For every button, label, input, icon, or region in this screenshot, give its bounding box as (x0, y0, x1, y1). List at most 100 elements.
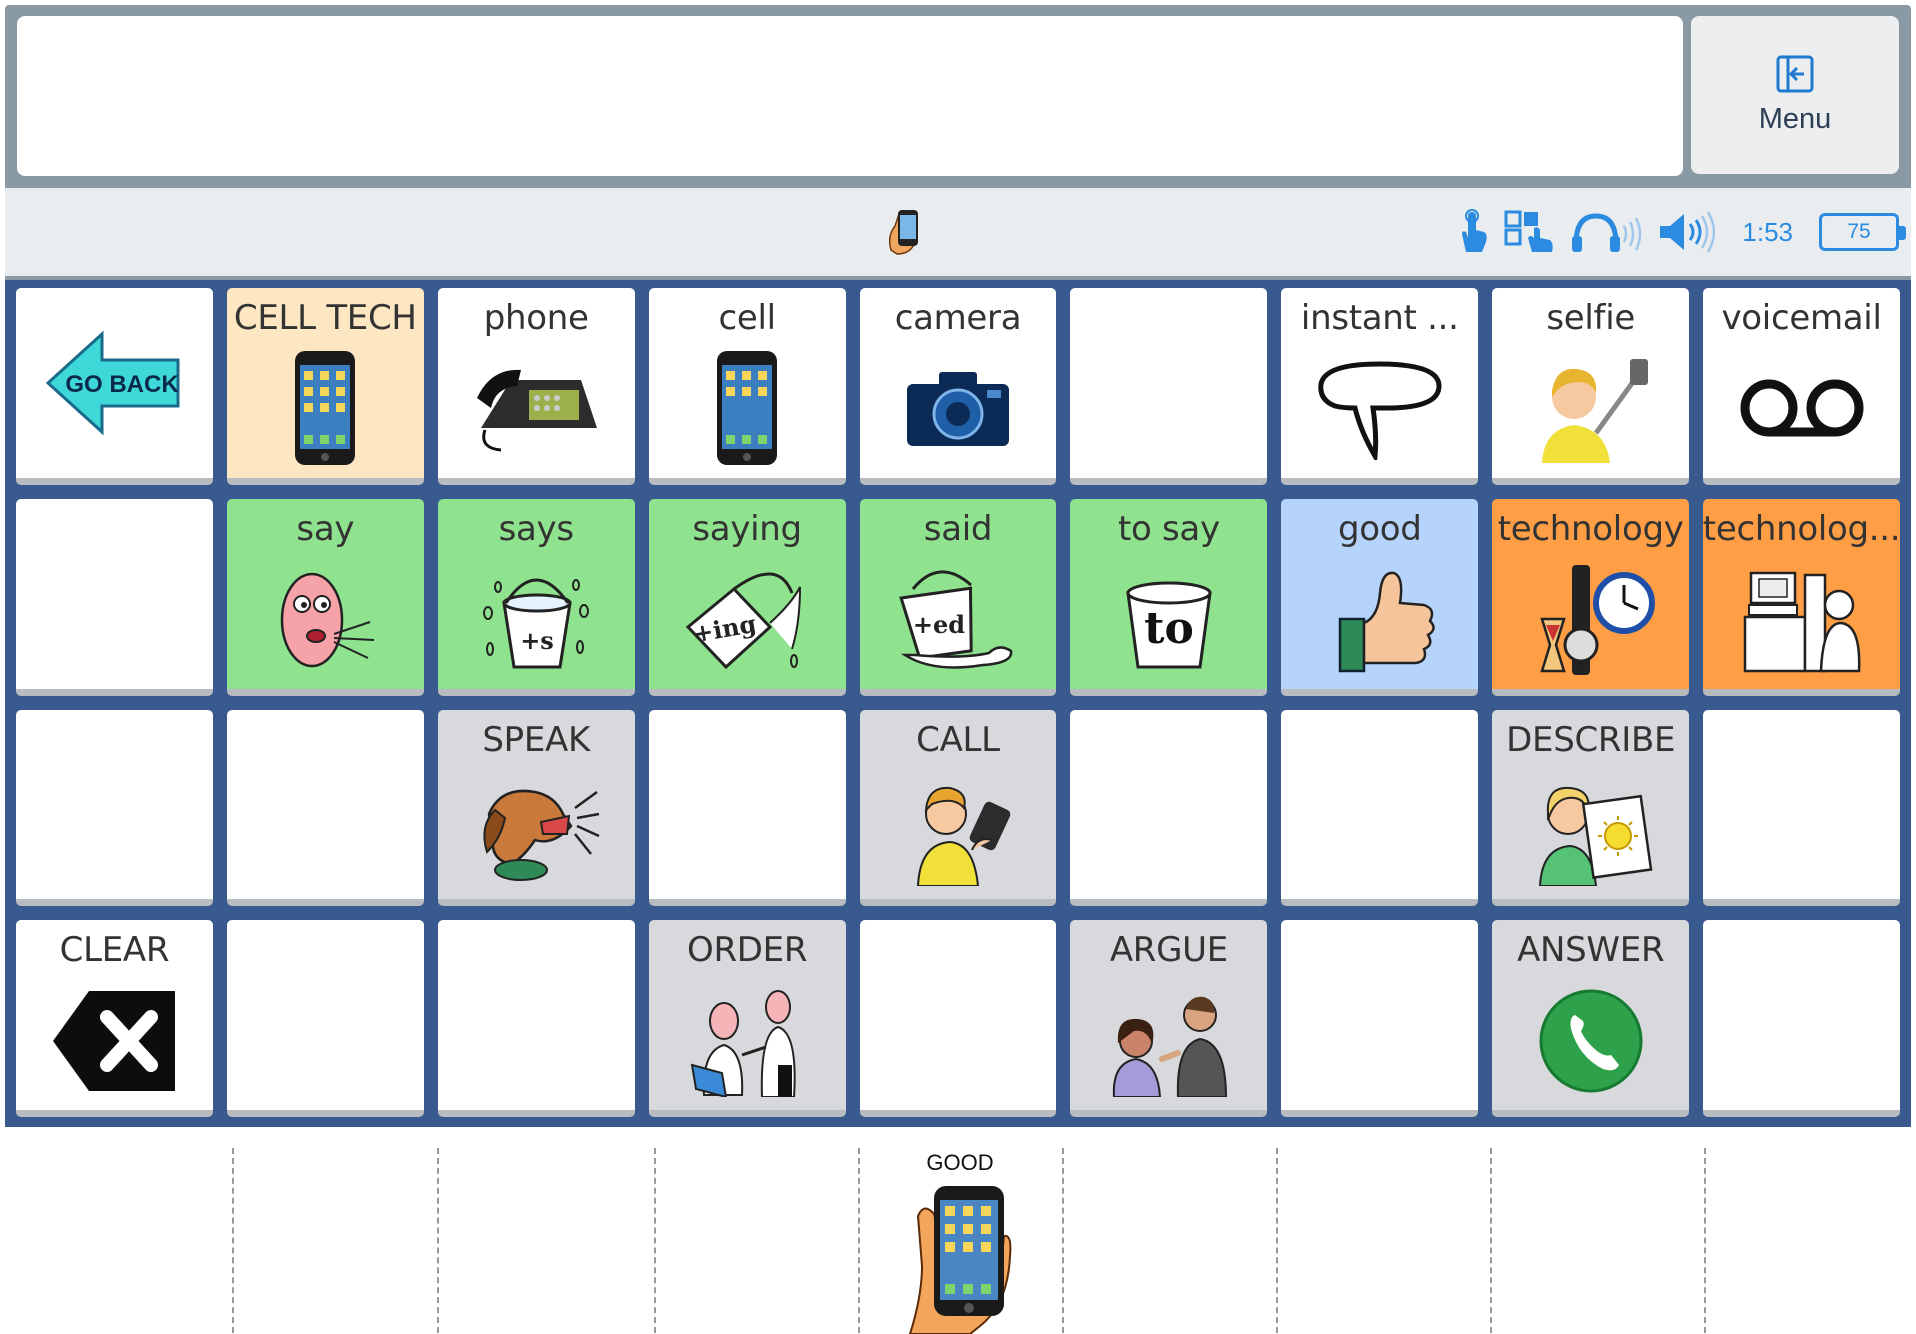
cell-instant-message[interactable]: instant ... (1281, 288, 1479, 485)
cell-label: cell (718, 298, 776, 338)
cell-empty[interactable] (1070, 709, 1268, 907)
cell-speak[interactable]: SPEAK (437, 709, 635, 907)
cell-label: ORDER (687, 930, 808, 971)
cell-say[interactable]: say (226, 498, 424, 696)
cell-answer[interactable]: ANSWER (1492, 920, 1690, 1117)
cell-label: good (1337, 508, 1422, 549)
divider (858, 1148, 860, 1333)
cell-label: say (296, 508, 355, 549)
cell-empty[interactable] (1703, 920, 1900, 1117)
svg-text:+s: +s (520, 626, 554, 655)
cell-technology[interactable]: technology (1492, 498, 1690, 696)
cell-empty[interactable] (16, 709, 213, 907)
status-bar: 1:53 75 (5, 188, 1911, 276)
cell-label: says (498, 508, 574, 549)
cellphone-icon (717, 351, 778, 466)
cell-phone[interactable]: phone (437, 288, 635, 485)
cell-label: SPEAK (482, 719, 591, 760)
divider (232, 1148, 234, 1333)
clock-text: 1:53 (1742, 216, 1793, 247)
cell-said[interactable]: said +ed (859, 498, 1057, 696)
thumbs-up-icon (1338, 571, 1435, 673)
smartphone-icon (295, 351, 356, 466)
battery-indicator: 75 (1819, 213, 1906, 251)
camera-icon (906, 372, 1009, 447)
cell-clear[interactable]: CLEAR (16, 920, 213, 1117)
clear-backspace-icon (53, 990, 176, 1091)
message-window[interactable] (17, 16, 1683, 176)
cell-empty[interactable] (16, 498, 213, 696)
svg-text:to: to (1144, 603, 1194, 654)
cell-label: CELL TECH (233, 298, 417, 338)
divider (1490, 1148, 1492, 1333)
cell-order[interactable]: ORDER (648, 920, 846, 1117)
headphones-icon (1572, 213, 1642, 252)
cell-call[interactable]: CALL (859, 709, 1057, 907)
speaker-icon (1660, 211, 1716, 253)
go-back-label: GO BACK (66, 371, 180, 398)
cell-label: phone (483, 298, 589, 338)
cell-camera[interactable]: camera (859, 288, 1057, 485)
desk-phone-icon (477, 370, 598, 452)
cell-selfie[interactable]: selfie (1492, 288, 1690, 485)
cell-label: ARGUE (1109, 930, 1228, 971)
cell-empty[interactable] (226, 709, 424, 907)
arguing-people-icon (1112, 996, 1227, 1097)
selfie-icon (1541, 359, 1648, 464)
menu-button[interactable]: Menu (1691, 16, 1899, 174)
cell-cell[interactable]: cell (648, 288, 846, 485)
battery-level: 75 (1847, 220, 1871, 243)
cell-empty[interactable] (226, 920, 424, 1117)
cell-label: saying (692, 508, 802, 549)
cell-cell-tech[interactable]: CELL TECH (226, 288, 424, 485)
menu-label: Menu (1758, 102, 1832, 135)
cell-empty[interactable] (648, 709, 846, 907)
current-page-icon (885, 206, 929, 261)
ordering-people-icon (690, 989, 796, 1097)
svg-text:+ed: +ed (913, 610, 965, 639)
cell-label: instant ... (1300, 298, 1459, 338)
cell-empty[interactable] (1281, 709, 1479, 907)
menu-icon (1776, 55, 1814, 92)
bucket-plus-ing-icon: +ing (685, 572, 802, 670)
computer-person-icon (1743, 571, 1860, 673)
cell-empty[interactable] (1281, 920, 1479, 1117)
cell-to-say[interactable]: to say to (1070, 498, 1268, 696)
output-symbol: GOOD (900, 1150, 1020, 1334)
cell-good[interactable]: good (1281, 498, 1479, 696)
cell-empty[interactable] (437, 920, 635, 1117)
cell-saying[interactable]: saying +ing (648, 498, 846, 696)
talking-face-icon (281, 572, 375, 668)
divider (654, 1148, 656, 1333)
clocks-icon (1539, 565, 1655, 676)
aac-app: Menu 1:53 75 GO BACK CELL TECH phone cel… (5, 5, 1911, 1127)
touch-icon (1462, 209, 1488, 252)
divider (1276, 1148, 1278, 1333)
divider (1704, 1148, 1706, 1333)
cell-label: selfie (1546, 298, 1635, 338)
cell-voicemail[interactable]: voicemail (1703, 288, 1900, 485)
cell-go-back[interactable]: GO BACK (16, 288, 213, 485)
speech-bubble-icon (1318, 361, 1442, 461)
hand-phone-icon (908, 1186, 1012, 1334)
person-with-drawing-icon (1538, 786, 1653, 886)
cell-describe[interactable]: DESCRIBE (1492, 709, 1690, 907)
bucket-plus-ed-icon: +ed (899, 570, 1013, 669)
person-calling-icon (916, 786, 1011, 886)
cell-says[interactable]: says +s (437, 498, 635, 696)
cell-label: camera (894, 298, 1022, 338)
bucket-plus-s-icon: +s (483, 578, 590, 669)
grid-touch-icon (1504, 210, 1554, 252)
answer-phone-icon (1539, 989, 1643, 1093)
cell-empty[interactable] (1070, 288, 1268, 485)
cell-argue[interactable]: ARGUE (1070, 920, 1268, 1117)
symbol-output-strip: GOOD (0, 1130, 1916, 1334)
cell-empty[interactable] (859, 920, 1057, 1117)
cell-label: voicemail (1721, 298, 1882, 338)
divider (1062, 1148, 1064, 1333)
output-word: GOOD (926, 1150, 994, 1175)
cell-technologies[interactable]: technolog... (1703, 498, 1900, 696)
cell-empty[interactable] (1703, 709, 1900, 907)
cell-label: to say (1117, 508, 1220, 549)
cell-label: CALL (916, 719, 1000, 760)
